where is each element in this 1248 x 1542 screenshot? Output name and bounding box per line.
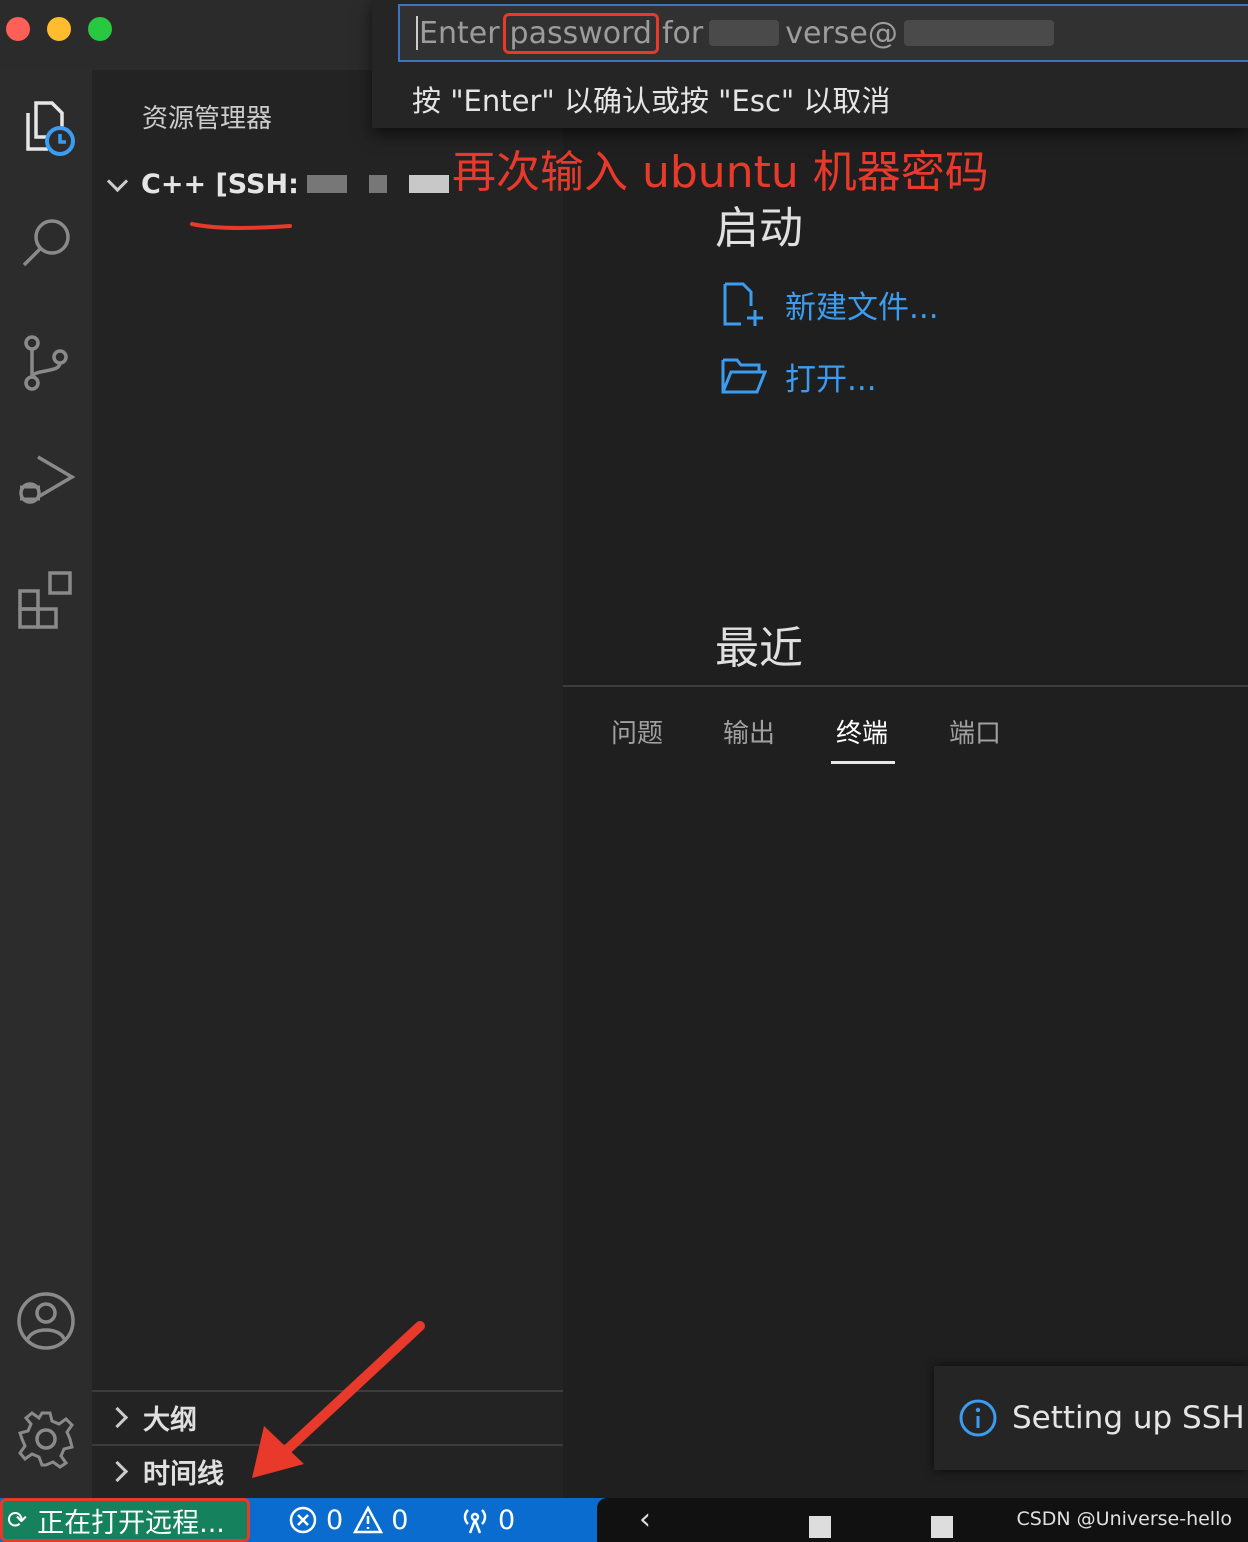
new-file-icon bbox=[723, 282, 763, 326]
screenshot-dock-overlay: ‹ CSDN @Universe-hello bbox=[597, 1498, 1248, 1542]
search-activity[interactable] bbox=[0, 198, 92, 288]
gear-icon bbox=[18, 1411, 74, 1469]
extensions-icon bbox=[18, 571, 72, 629]
tab-output[interactable]: 输出 bbox=[723, 713, 775, 750]
maximize-window-button[interactable] bbox=[88, 17, 112, 41]
tab-terminal[interactable]: 终端 bbox=[836, 713, 888, 750]
workspace-folder-label: C++ [SSH: bbox=[141, 168, 299, 200]
stop-icon[interactable] bbox=[931, 1516, 953, 1538]
redacted-host bbox=[306, 175, 347, 193]
redacted-host bbox=[368, 175, 387, 193]
notification-toast[interactable]: Setting up SSH H bbox=[934, 1366, 1248, 1470]
sidebar-title: 资源管理器 bbox=[142, 104, 273, 134]
new-file-link[interactable]: 新建文件... bbox=[719, 280, 939, 328]
problems-status[interactable]: 0 0 bbox=[288, 1498, 408, 1542]
redacted-host bbox=[408, 175, 449, 193]
comment-icon[interactable] bbox=[809, 1516, 831, 1538]
recent-heading: 最近 bbox=[715, 623, 803, 674]
minimize-window-button[interactable] bbox=[47, 17, 71, 41]
search-icon bbox=[22, 219, 70, 267]
status-bar: ⟳ 正在打开远程... 0 0 0 ‹ CSDN @Universe-hello bbox=[0, 1498, 1248, 1542]
annotation-text: 再次输入 ubuntu 机器密码 bbox=[452, 147, 989, 198]
sync-icon: ⟳ bbox=[7, 1506, 28, 1534]
error-icon bbox=[289, 1506, 317, 1534]
open-folder-icon bbox=[721, 358, 767, 394]
open-link[interactable]: 打开... bbox=[719, 352, 877, 400]
password-prompt-suffix: for bbox=[661, 15, 704, 51]
tab-ports[interactable]: 端口 bbox=[949, 713, 1001, 750]
active-tab-indicator bbox=[831, 761, 895, 764]
remote-status-label: 正在打开远程... bbox=[37, 1507, 225, 1539]
open-label: 打开... bbox=[785, 361, 877, 398]
workspace-folder[interactable]: C++ [SSH: bbox=[104, 166, 449, 202]
watermark: CSDN @Universe-hello bbox=[1016, 1508, 1232, 1530]
redacted-user bbox=[709, 20, 780, 46]
password-prompt-tail: verse@ bbox=[785, 15, 898, 51]
quick-input-hint: 按 "Enter" 以确认或按 "Esc" 以取消 bbox=[412, 84, 891, 118]
chevron-left-icon[interactable]: ‹ bbox=[639, 1502, 651, 1537]
password-input[interactable]: Enter password for verse@ bbox=[398, 4, 1248, 62]
explorer-activity[interactable] bbox=[0, 82, 92, 172]
remote-indicator[interactable]: ⟳ 正在打开远程... bbox=[0, 1498, 250, 1542]
chevron-down-icon bbox=[106, 170, 129, 192]
annotation-arrow bbox=[252, 1321, 425, 1478]
password-highlight: password bbox=[502, 12, 659, 54]
text-cursor bbox=[416, 16, 418, 50]
redacted-host bbox=[903, 20, 1054, 46]
explorer-sidebar: 资源管理器 C++ [SSH: 大纲 时间线 bbox=[92, 70, 563, 1498]
broadcast-icon bbox=[463, 1509, 487, 1534]
accounts-activity[interactable] bbox=[0, 1276, 92, 1366]
ports-status[interactable]: 0 bbox=[460, 1498, 515, 1542]
chevron-right-icon bbox=[106, 1406, 129, 1428]
extensions-activity[interactable] bbox=[0, 554, 92, 644]
files-icon bbox=[26, 101, 75, 156]
source-control-icon bbox=[24, 335, 68, 391]
tab-problems[interactable]: 问题 bbox=[611, 713, 663, 750]
warning-icon bbox=[353, 1505, 384, 1534]
run-debug-icon bbox=[19, 455, 76, 504]
password-prompt-prefix: Enter bbox=[419, 15, 500, 51]
underline-annotation bbox=[190, 222, 292, 230]
timeline-label: 时间线 bbox=[143, 1458, 224, 1490]
notification-text: Setting up SSH H bbox=[1012, 1400, 1248, 1436]
run-debug-activity[interactable] bbox=[0, 434, 92, 524]
quick-input: Enter password for verse@ 按 "Enter" 以确认或… bbox=[372, 0, 1248, 128]
close-window-button[interactable] bbox=[6, 17, 30, 41]
source-control-activity[interactable] bbox=[0, 318, 92, 408]
ports-count: 0 bbox=[498, 1504, 516, 1536]
account-icon bbox=[17, 1292, 75, 1350]
start-heading: 启动 bbox=[715, 203, 803, 254]
info-icon bbox=[959, 1399, 997, 1437]
warning-count: 0 bbox=[391, 1504, 409, 1536]
new-file-label: 新建文件... bbox=[785, 289, 939, 326]
chevron-right-icon bbox=[106, 1460, 129, 1482]
manage-activity[interactable] bbox=[0, 1394, 92, 1484]
activity-bar bbox=[0, 70, 92, 1498]
outline-label: 大纲 bbox=[143, 1404, 197, 1436]
error-count: 0 bbox=[326, 1504, 344, 1536]
